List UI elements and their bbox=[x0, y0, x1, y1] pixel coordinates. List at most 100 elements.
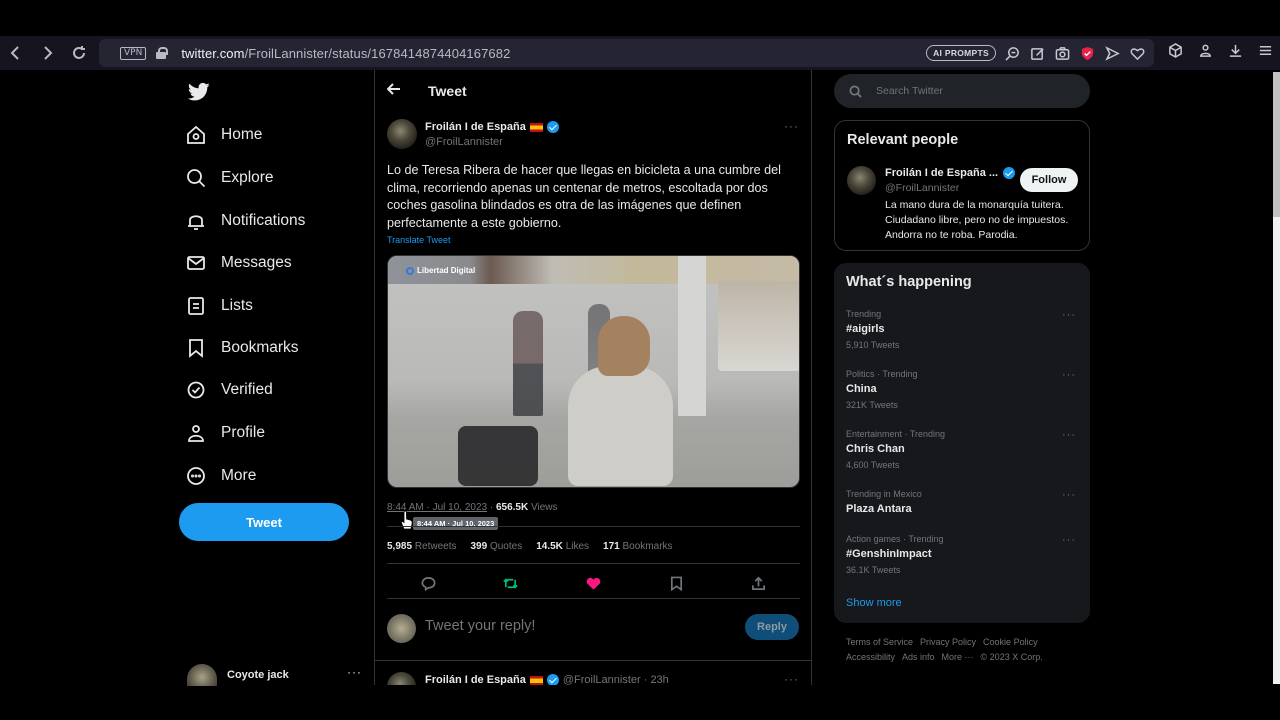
divider bbox=[387, 563, 800, 564]
bookmark-icon bbox=[189, 339, 203, 358]
share-action-button[interactable] bbox=[749, 573, 769, 593]
footer-link-accessibility[interactable]: Accessibility bbox=[846, 652, 895, 662]
trend-item[interactable]: Trending in Mexico Plaza Antara ··· bbox=[846, 489, 1078, 515]
snapshot-button[interactable] bbox=[1054, 45, 1071, 62]
author-name[interactable]: Froilán I de España bbox=[425, 121, 559, 133]
browser-back-button[interactable] bbox=[0, 36, 32, 70]
send-icon bbox=[1105, 45, 1120, 61]
tweet-more-button[interactable]: ··· bbox=[784, 119, 799, 133]
trend-name: China bbox=[846, 383, 877, 395]
person-handle[interactable]: @FroilLannister bbox=[885, 182, 959, 194]
verified-icon bbox=[187, 381, 205, 399]
reply-more-button[interactable]: ··· bbox=[784, 672, 799, 685]
reload-icon bbox=[73, 46, 85, 59]
heart-icon bbox=[1130, 47, 1145, 60]
footer-link-terms[interactable]: Terms of Service bbox=[846, 637, 913, 647]
nav-item-explore[interactable]: Explore bbox=[186, 161, 274, 195]
scrollbar-thumb[interactable] bbox=[1273, 72, 1280, 217]
stat-count: 5,985 bbox=[387, 541, 413, 552]
trend-more-button[interactable]: ··· bbox=[1062, 369, 1076, 381]
tweet-media-video[interactable]: Libertad Digital bbox=[387, 255, 800, 488]
trend-context: Politics · Trending bbox=[846, 369, 918, 379]
person-name[interactable]: Froilán I de España ... bbox=[885, 167, 1016, 179]
lock-icon[interactable] bbox=[156, 47, 169, 59]
zoom-out-button[interactable] bbox=[1004, 45, 1021, 62]
footer-link-ads-info[interactable]: Ads info bbox=[902, 652, 935, 662]
send-button[interactable] bbox=[1104, 45, 1121, 62]
trend-more-button[interactable]: ··· bbox=[1062, 489, 1076, 501]
like-action-button[interactable] bbox=[583, 573, 603, 593]
verified-badge-icon bbox=[1003, 167, 1016, 179]
url-text[interactable]: twitter.com/FroilLannister/status/167841… bbox=[181, 46, 510, 61]
twitter-logo-icon[interactable] bbox=[188, 82, 210, 102]
reply-input[interactable] bbox=[425, 618, 725, 634]
trend-item[interactable]: Action games · Trending #GenshinImpact 3… bbox=[846, 534, 1078, 575]
vpn-badge[interactable]: VPN bbox=[120, 46, 147, 60]
trend-name: Chris Chan bbox=[846, 443, 905, 455]
author-avatar[interactable] bbox=[387, 672, 416, 685]
account-avatar bbox=[187, 664, 217, 686]
footer-link-more[interactable]: More ··· bbox=[942, 652, 974, 662]
edit-icon bbox=[1031, 47, 1044, 60]
trend-item[interactable]: Politics · Trending China 321K Tweets ··… bbox=[846, 369, 1078, 410]
bookmark-action-button[interactable] bbox=[666, 573, 686, 593]
browser-reload-button[interactable] bbox=[63, 36, 95, 70]
footer-link-privacy[interactable]: Privacy Policy bbox=[920, 637, 976, 647]
translate-tweet-link[interactable]: Translate Tweet bbox=[387, 235, 451, 245]
bookmark-icon bbox=[670, 576, 682, 591]
adblock-shield-button[interactable] bbox=[1079, 45, 1096, 62]
page-scrollbar[interactable] bbox=[1273, 72, 1280, 684]
reply-author[interactable]: Froilán I de España @FroilLannister · 23… bbox=[425, 674, 669, 685]
nav-item-bookmarks[interactable]: Bookmarks bbox=[186, 331, 299, 365]
retweet-icon bbox=[503, 578, 519, 588]
reply-tweet[interactable]: Froilán I de España @FroilLannister · 23… bbox=[375, 670, 811, 685]
author-avatar[interactable] bbox=[387, 119, 417, 149]
likes-stat[interactable]: 14.5K Likes bbox=[536, 541, 589, 552]
trend-more-button[interactable]: ··· bbox=[1062, 429, 1076, 441]
trend-item[interactable]: Entertainment · Trending Chris Chan 4,60… bbox=[846, 429, 1078, 470]
trend-more-button[interactable]: ··· bbox=[1062, 534, 1076, 546]
retweets-stat[interactable]: 5,985 Retweets bbox=[387, 541, 457, 552]
nav-item-home[interactable]: Home bbox=[186, 118, 262, 152]
reply-button[interactable]: Reply bbox=[745, 614, 799, 640]
ai-prompts-button[interactable]: AI PROMPTS bbox=[926, 45, 996, 61]
trend-more-button[interactable]: ··· bbox=[1062, 309, 1076, 321]
compose-tweet-button[interactable]: Tweet bbox=[179, 503, 349, 541]
search-icon bbox=[849, 84, 862, 98]
nav-item-messages[interactable]: Messages bbox=[186, 246, 292, 280]
address-bar[interactable]: VPN twitter.com/FroilLannister/status/16… bbox=[99, 39, 1154, 67]
envelope-icon bbox=[187, 256, 205, 270]
quotes-stat[interactable]: 399 Quotes bbox=[471, 541, 523, 552]
retweet-action-button[interactable] bbox=[501, 573, 521, 593]
cube-icon bbox=[1168, 43, 1182, 58]
account-switcher[interactable]: Coyote jack ··· bbox=[187, 663, 362, 687]
show-more-link[interactable]: Show more bbox=[846, 597, 902, 609]
back-button[interactable] bbox=[386, 82, 403, 98]
tweet-actions bbox=[387, 572, 800, 594]
downloads-button[interactable] bbox=[1228, 43, 1243, 63]
profile-button[interactable] bbox=[1198, 43, 1213, 63]
bookmarks-stat[interactable]: 171 Bookmarks bbox=[603, 541, 672, 552]
search-input[interactable] bbox=[876, 85, 1066, 97]
search-icon bbox=[187, 169, 206, 188]
nav-item-verified[interactable]: Verified bbox=[186, 373, 273, 407]
edit-button[interactable] bbox=[1029, 45, 1046, 62]
nav-item-notifications[interactable]: Notifications bbox=[186, 204, 305, 238]
favorites-button[interactable] bbox=[1129, 45, 1146, 62]
url-path: /FroilLannister/status/16784148744041676… bbox=[244, 45, 511, 61]
reply-action-button[interactable] bbox=[418, 573, 438, 593]
browser-forward-button[interactable] bbox=[31, 36, 63, 70]
nav-item-lists[interactable]: Lists bbox=[186, 289, 253, 323]
extensions-button[interactable] bbox=[1168, 43, 1183, 63]
trend-context: Trending in Mexico bbox=[846, 489, 922, 499]
nav-item-more[interactable]: More bbox=[186, 459, 256, 493]
follow-button[interactable]: Follow bbox=[1020, 168, 1078, 192]
whats-happening-title: What´s happening bbox=[846, 274, 972, 290]
search-box[interactable] bbox=[834, 74, 1090, 108]
author-handle[interactable]: @FroilLannister bbox=[425, 136, 503, 148]
trend-item[interactable]: Trending #aigirls 5,910 Tweets ··· bbox=[846, 309, 1078, 350]
nav-item-profile[interactable]: Profile bbox=[186, 416, 265, 450]
person-avatar[interactable] bbox=[847, 166, 876, 195]
menu-button[interactable] bbox=[1258, 43, 1273, 63]
footer-link-cookies[interactable]: Cookie Policy bbox=[983, 637, 1038, 647]
